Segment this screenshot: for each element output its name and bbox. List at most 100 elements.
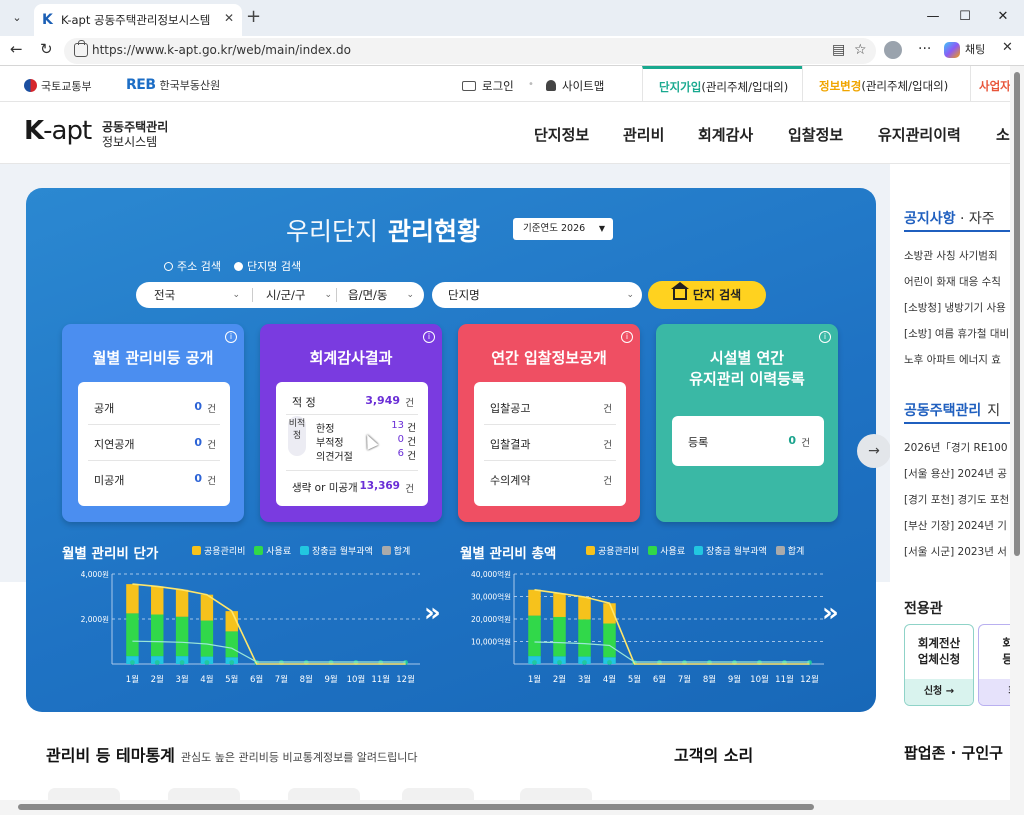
legend-item[interactable]: 장충금 월부과액 bbox=[300, 546, 373, 557]
sido-select[interactable]: 전국 ⌄ bbox=[154, 282, 246, 308]
accounting-vendor-card[interactable]: 회계전산 업체신청 신청 → bbox=[904, 624, 974, 706]
menu-more[interactable]: 소 bbox=[996, 124, 1010, 145]
legend-item[interactable]: 사용료 bbox=[648, 546, 685, 557]
news-item[interactable]: 2026년「경기 RE100 bbox=[904, 440, 1008, 455]
bar-4-yellow bbox=[200, 594, 214, 621]
minimize-icon[interactable]: — bbox=[918, 6, 948, 28]
row-label: 등록 bbox=[688, 436, 709, 449]
login-label: 로그인 bbox=[482, 79, 514, 93]
news-item[interactable]: [서울 시군] 2023년 서 bbox=[904, 544, 1007, 559]
card-values-box: 공개 0 건 지연공개 0 건 미공개 0 건 bbox=[78, 382, 230, 506]
menu-audit[interactable]: 회계감사 bbox=[698, 124, 753, 145]
chart-next-chevron-icon[interactable]: » bbox=[822, 598, 839, 628]
copilot-chat-button[interactable]: 채팅 bbox=[944, 41, 985, 58]
chart-next-chevron-icon[interactable]: » bbox=[424, 598, 441, 628]
faq-title[interactable]: 자주 bbox=[969, 211, 995, 227]
maximize-icon[interactable]: ☐ bbox=[950, 6, 980, 28]
legend-item[interactable]: 합계 bbox=[381, 546, 411, 557]
sigungu-select[interactable]: 시/군/구 ⌄ bbox=[266, 282, 338, 308]
join-complex-tab[interactable]: 단지가입(관리주체/입대의) bbox=[642, 66, 802, 102]
close-tab-icon[interactable]: ✕ bbox=[224, 11, 234, 25]
monthly-fee-disclosure-card[interactable]: i 월별 관리비등 공개 공개 0 건 지연공개 0 건 미공개 0 건 bbox=[62, 324, 244, 522]
row-unit: 건 bbox=[405, 398, 414, 409]
notice-item[interactable]: 소방관 사칭 사기범죄 bbox=[904, 248, 998, 263]
complex-search-button[interactable]: 단지 검색 bbox=[648, 281, 766, 309]
x-tick-label: 10월 bbox=[750, 674, 769, 685]
legend-swatch bbox=[300, 546, 309, 555]
refresh-icon[interactable]: ↻ bbox=[40, 40, 53, 58]
disclosed-row: 공개 0 건 bbox=[94, 400, 216, 416]
change-info-tab[interactable]: 정보변경(관리주체/입대의) bbox=[802, 66, 970, 102]
notice-item[interactable]: [소방] 여름 휴가철 대비 bbox=[904, 326, 1009, 341]
reader-mode-icon[interactable]: ▤ bbox=[832, 42, 845, 58]
notice-item[interactable]: [소방청] 냉방기기 사용 bbox=[904, 300, 1006, 315]
more-menu-icon[interactable]: ··· bbox=[918, 41, 931, 57]
profile-avatar-icon[interactable] bbox=[884, 41, 902, 59]
apply-button[interactable]: 신청 → bbox=[905, 679, 973, 705]
chevron-down-icon: ⌄ bbox=[232, 290, 240, 300]
legend-item[interactable]: 장충금 월부과액 bbox=[694, 546, 767, 557]
baseline-dot bbox=[229, 660, 235, 665]
business-tab[interactable]: 사업자 bbox=[970, 66, 1010, 102]
row-unit: 건 bbox=[801, 438, 810, 449]
legend-label: 합계 bbox=[393, 547, 411, 557]
horizontal-scroll-thumb[interactable] bbox=[18, 804, 814, 810]
vertical-scroll-thumb[interactable] bbox=[1014, 72, 1020, 556]
reb-logo[interactable]: REB 한국부동산원 bbox=[126, 77, 220, 93]
new-tab-plus-icon[interactable]: + bbox=[246, 7, 261, 27]
x-tick-label: 12월 bbox=[800, 674, 819, 685]
info-icon[interactable]: i bbox=[819, 331, 831, 343]
legend-item[interactable]: 공용관리비 bbox=[192, 546, 245, 557]
annual-bidding-card[interactable]: i 연간 입찰정보공개 입찰공고 건 입찰결과 건 수의계약 건 bbox=[458, 324, 640, 522]
bar-4-green bbox=[200, 620, 214, 657]
facility-maintenance-card[interactable]: i 시설별 연간 유지관리 이력등록 등록 0 건 bbox=[656, 324, 838, 522]
horizontal-scrollbar[interactable] bbox=[0, 800, 1024, 815]
card-title-line1: 회계전산 bbox=[917, 636, 961, 650]
disclaimer-row: 의견거절 6 건 bbox=[316, 448, 416, 463]
x-tick-label: 9월 bbox=[324, 674, 337, 685]
legend-item[interactable]: 공용관리비 bbox=[586, 546, 639, 557]
sidebar-close-icon[interactable]: ✕ bbox=[1002, 40, 1013, 55]
molit-logo[interactable]: 국토교통부 bbox=[24, 78, 92, 94]
legend-item[interactable]: 사용료 bbox=[254, 546, 291, 557]
login-link[interactable]: 로그인 bbox=[462, 78, 514, 94]
chart-title-total-fee: 월별 관리비 총액 bbox=[460, 546, 557, 562]
info-icon[interactable]: i bbox=[423, 331, 435, 343]
window-close-icon[interactable]: ✕ bbox=[988, 6, 1018, 28]
kapt-logo[interactable]: K-apt bbox=[24, 116, 92, 146]
eupmyeon-select[interactable]: 읍/면/동 ⌄ bbox=[348, 282, 420, 308]
row-value: 0 bbox=[194, 472, 202, 485]
browser-tab[interactable]: K K-apt 공동주택관리정보시스템 ✕ bbox=[34, 4, 242, 36]
year-select[interactable]: 기준연도 2026 ▼ bbox=[513, 218, 613, 240]
carousel-next-arrow-icon[interactable]: → bbox=[857, 434, 891, 468]
notice-item[interactable]: 어린이 화재 대응 수칙 bbox=[904, 274, 1001, 289]
legend-item[interactable]: 합계 bbox=[775, 546, 804, 557]
news-item[interactable]: [경기 포천] 경기도 포천 bbox=[904, 492, 1009, 507]
news-heading[interactable]: 공동주택관리 지 bbox=[904, 400, 1000, 420]
tab-list-chevron-icon[interactable]: ⌄ bbox=[6, 7, 28, 29]
news-item[interactable]: [부산 기장] 2024년 기 bbox=[904, 518, 1007, 533]
complex-name-select[interactable]: 단지명 ⌄ bbox=[432, 282, 642, 308]
menu-maintenance[interactable]: 유지관리이력 bbox=[878, 124, 961, 145]
url-field[interactable]: https://www.k-apt.go.kr/web/main/index.d… bbox=[64, 38, 876, 64]
audit-result-card[interactable]: i 회계감사결과 적 정 3,949 건 비적정 한정 13 건 부적정 0 건 의견거절 6… bbox=[260, 324, 442, 522]
notice-item[interactable]: 노후 아파트 에너지 효 bbox=[904, 352, 1001, 367]
sitemap-link[interactable]: 사이트맵 bbox=[546, 78, 604, 94]
vertical-scrollbar[interactable] bbox=[1010, 66, 1024, 800]
radio-name-search[interactable]: 단지명 검색 bbox=[234, 258, 301, 274]
radio-address-search[interactable]: 주소 검색 bbox=[164, 258, 221, 274]
row-divider bbox=[484, 460, 616, 461]
menu-bidding[interactable]: 입찰정보 bbox=[788, 124, 843, 145]
undisclosed-row: 미공개 0 건 bbox=[94, 472, 216, 488]
news-item[interactable]: [서울 용산] 2024년 공 bbox=[904, 466, 1007, 481]
favorite-star-icon[interactable]: ☆ bbox=[854, 42, 867, 58]
radio-address-label: 주소 검색 bbox=[177, 260, 221, 273]
info-icon[interactable]: i bbox=[621, 331, 633, 343]
bar-2-green bbox=[151, 614, 164, 657]
info-icon[interactable]: i bbox=[225, 331, 237, 343]
back-arrow-icon[interactable]: ← bbox=[10, 40, 23, 58]
right-sidebar: 공지사항 · 자주 소방관 사칭 사기범죄 어린이 화재 대응 수칙 [소방청]… bbox=[890, 164, 1024, 804]
menu-management-fee[interactable]: 관리비 bbox=[623, 124, 664, 145]
notice-heading[interactable]: 공지사항 · 자주 bbox=[904, 208, 995, 228]
menu-complex-info[interactable]: 단지정보 bbox=[534, 124, 589, 145]
